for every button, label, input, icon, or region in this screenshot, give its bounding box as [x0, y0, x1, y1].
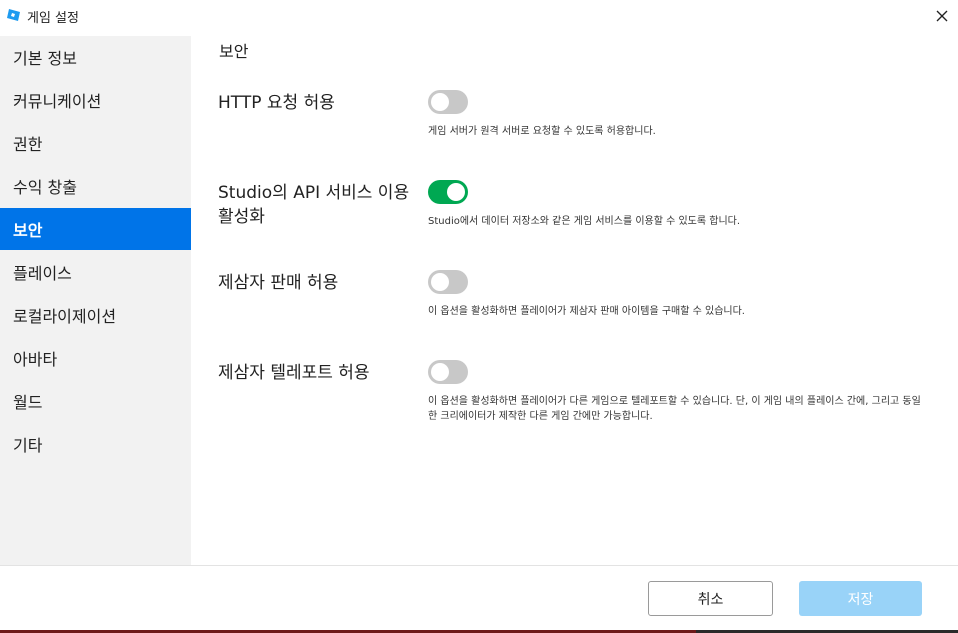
sidebar-item-places[interactable]: 플레이스 [0, 251, 191, 293]
setting-desc-third-party-sales: 이 옵션을 활성화하면 플레이어가 제삼자 판매 아이템을 구매할 수 있습니다… [428, 306, 745, 317]
sidebar-item-localization[interactable]: 로컬라이제이션 [0, 294, 191, 336]
sidebar-item-label: 로컬라이제이션 [13, 307, 117, 326]
toggle-knob [447, 183, 465, 201]
sidebar-item-label: 아바타 [13, 350, 58, 369]
sidebar-item-label: 플레이스 [13, 264, 72, 283]
toggle-knob [431, 273, 449, 291]
close-icon [936, 10, 948, 22]
sidebar-item-label: 커뮤니케이션 [13, 92, 102, 111]
toggle-third-party-sales[interactable] [428, 270, 468, 294]
toggle-knob [431, 363, 449, 381]
sidebar-item-communication[interactable]: 커뮤니케이션 [0, 79, 191, 121]
cancel-button[interactable]: 취소 [648, 581, 773, 616]
save-button[interactable]: 저장 [799, 581, 922, 616]
setting-label-http-requests: HTTP 요청 허용 [218, 93, 335, 113]
settings-sidebar: 기본 정보 커뮤니케이션 권한 수익 창출 보안 플레이스 로컬라이제이션 아바… [0, 36, 191, 565]
toggle-knob [431, 93, 449, 111]
roblox-studio-icon [7, 9, 20, 21]
sidebar-item-monetization[interactable]: 수익 창출 [0, 165, 191, 207]
footer-divider [0, 565, 958, 566]
setting-label-third-party-sales: 제삼자 판매 허용 [218, 273, 339, 293]
window-title: 게임 설정 [27, 11, 79, 26]
sidebar-item-avatar[interactable]: 아바타 [0, 337, 191, 379]
sidebar-item-permissions[interactable]: 권한 [0, 122, 191, 164]
setting-label-studio-api: Studio의 API 서비스 이용 활성화 [218, 183, 410, 227]
sidebar-item-label: 월드 [13, 393, 43, 412]
toggle-http-requests[interactable] [428, 90, 468, 114]
toggle-third-party-teleports[interactable] [428, 360, 468, 384]
toggle-studio-api[interactable] [428, 180, 468, 204]
sidebar-item-label: 기본 정보 [13, 49, 77, 68]
setting-desc-http-requests: 게임 서버가 원격 서버로 요청할 수 있도록 허용합니다. [428, 126, 656, 137]
setting-desc-third-party-teleports: 이 옵션을 활성화하면 플레이어가 다른 게임으로 텔레포트할 수 있습니다. … [428, 396, 921, 422]
sidebar-item-world[interactable]: 월드 [0, 380, 191, 422]
sidebar-item-label: 기타 [13, 436, 43, 455]
sidebar-item-label: 권한 [13, 135, 43, 154]
section-title: 보안 [219, 42, 249, 61]
sidebar-item-other[interactable]: 기타 [0, 423, 191, 465]
title-bar: 게임 설정 [0, 0, 958, 32]
setting-label-third-party-teleports: 제삼자 텔레포트 허용 [218, 363, 370, 383]
close-button[interactable] [926, 0, 958, 32]
sidebar-item-basic-info[interactable]: 기본 정보 [0, 36, 191, 78]
sidebar-item-label: 수익 창출 [13, 178, 77, 197]
setting-desc-studio-api: Studio에서 데이터 저장소와 같은 게임 서비스를 이용할 수 있도록 합… [428, 216, 741, 227]
sidebar-item-security[interactable]: 보안 [0, 208, 191, 250]
sidebar-item-label: 보안 [13, 221, 43, 240]
